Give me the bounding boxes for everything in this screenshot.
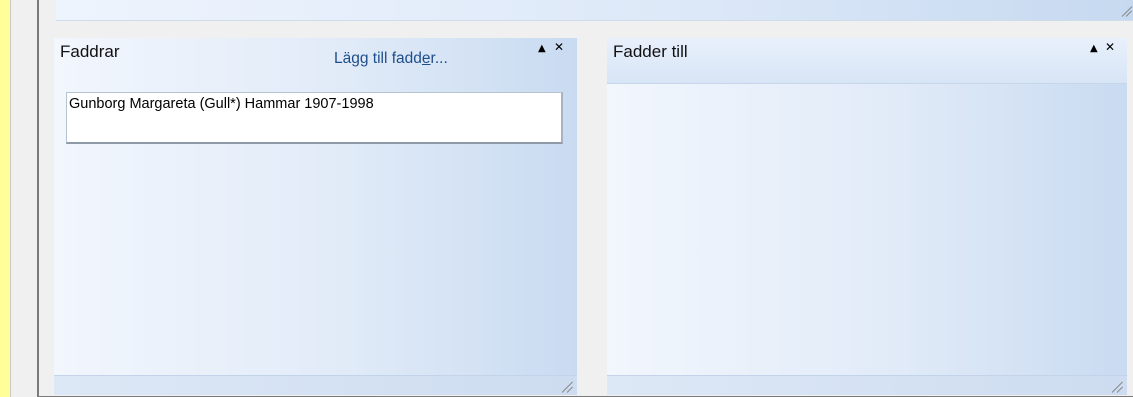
resize-grip-icon[interactable] (561, 379, 575, 393)
list-item[interactable]: Gunborg Margareta (Gull*) Hammar 1907-19… (69, 96, 374, 112)
fadder-till-panel-footer (607, 375, 1127, 395)
fadder-till-panel-header: Fadder till ▲ ✕ (607, 38, 1127, 84)
faddrar-panel-header: Faddrar Lägg till fadder... ▲ ✕ (54, 38, 577, 84)
add-godparent-link-mnemonic: e (421, 50, 431, 67)
collapse-triangle-up-icon[interactable]: ▲ (1090, 42, 1098, 56)
godparents-list[interactable]: Gunborg Margareta (Gull*) Hammar 1907-19… (66, 92, 563, 144)
fadder-till-panel-title: Fadder till (613, 42, 688, 61)
close-x-icon[interactable]: ✕ (1105, 40, 1115, 54)
faddrar-panel-title: Faddrar (60, 42, 120, 61)
resize-grip-icon[interactable] (1120, 4, 1133, 18)
top-panel-strip (56, 0, 1133, 21)
add-godparent-link-prefix: Lägg till fadd (334, 50, 422, 67)
faddrar-panel: Faddrar Lägg till fadder... ▲ ✕ Gunborg … (54, 38, 577, 395)
add-godparent-link[interactable]: Lägg till fadder... (334, 50, 448, 68)
fadder-till-panel: Fadder till ▲ ✕ (607, 38, 1127, 395)
add-godparent-link-suffix: r... (430, 50, 448, 67)
faddrar-panel-footer (54, 375, 577, 395)
close-x-icon[interactable]: ✕ (554, 40, 564, 54)
collapse-triangle-up-icon[interactable]: ▲ (538, 42, 546, 56)
resize-grip-icon[interactable] (1111, 379, 1125, 393)
